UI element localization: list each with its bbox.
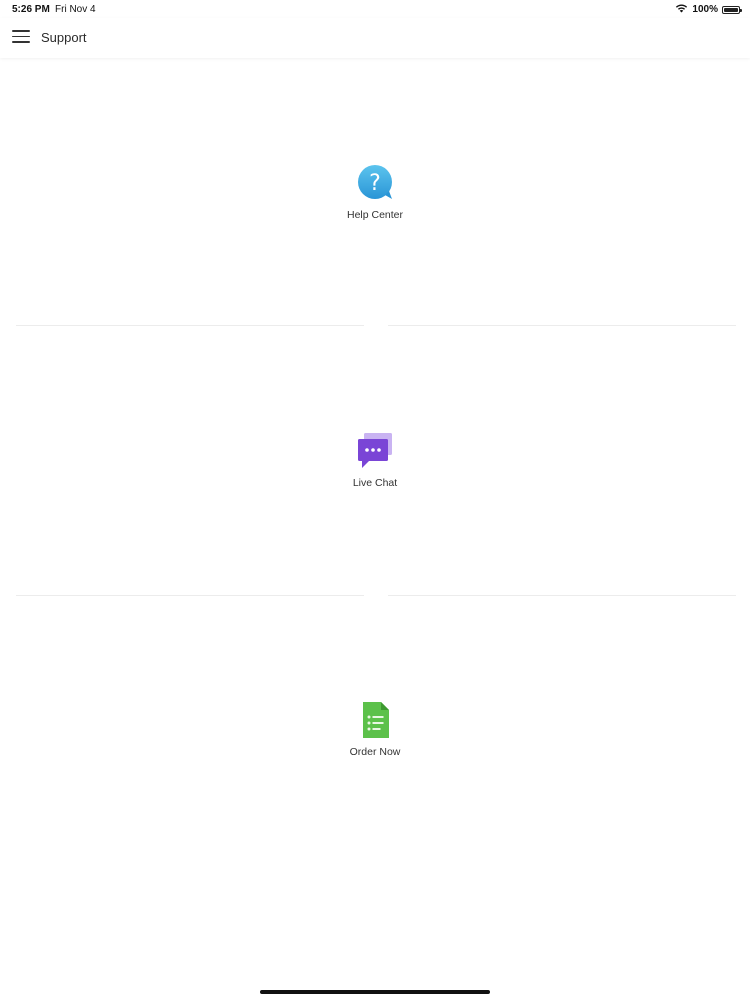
status-time: 5:26 PM <box>12 4 50 15</box>
navigation-bar: Support <box>0 18 750 58</box>
live-chat-label: Live Chat <box>352 477 398 489</box>
wifi-icon <box>675 3 688 16</box>
live-chat-tile[interactable]: Live Chat <box>0 326 750 594</box>
hamburger-menu-icon[interactable] <box>12 30 30 46</box>
question-bubble-icon: ? <box>358 165 392 199</box>
status-date: Fri Nov 4 <box>55 4 96 15</box>
battery-fill <box>724 7 738 12</box>
battery-icon <box>722 5 742 14</box>
help-center-tile[interactable]: ? Help Center <box>0 58 750 326</box>
battery-percentage: 100% <box>692 4 718 15</box>
home-indicator[interactable] <box>260 990 490 994</box>
chat-bubbles-icon <box>358 433 392 468</box>
support-screen: 5:26 PM Fri Nov 4 100% Support ? Help Ce… <box>0 0 750 1000</box>
status-bar: 5:26 PM Fri Nov 4 100% <box>0 0 750 18</box>
help-center-label: Help Center <box>346 209 404 221</box>
order-now-label: Order Now <box>349 746 401 758</box>
order-now-tile[interactable]: Order Now <box>0 595 750 863</box>
page-title: Support <box>41 30 87 45</box>
order-document-icon <box>363 702 389 738</box>
status-indicators: 100% <box>675 3 742 16</box>
svg-text:?: ? <box>369 171 381 196</box>
